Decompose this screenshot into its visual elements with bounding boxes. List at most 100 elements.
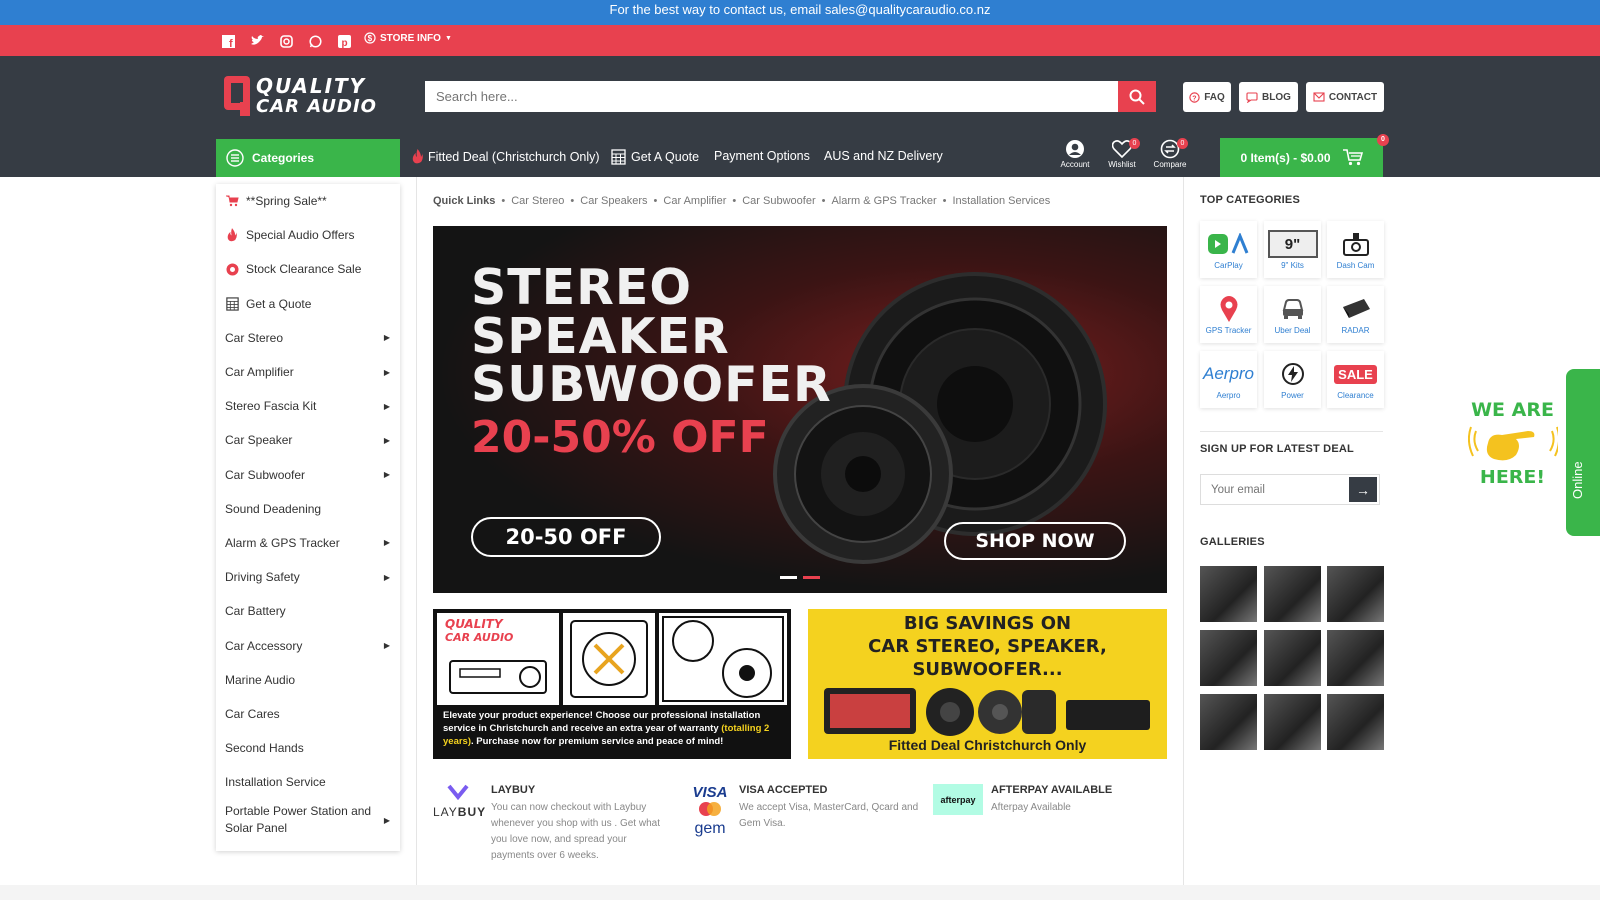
visa-logo: VISA gem xyxy=(689,784,731,837)
nav-get-a-quote[interactable]: Get A Quote xyxy=(611,149,699,165)
carousel-dot[interactable] xyxy=(803,576,820,579)
promo2-title-line2: CAR STEREO, SPEAKER, xyxy=(868,636,1107,657)
sidebar-item-get-a-quote[interactable]: Get a Quote xyxy=(216,287,400,321)
sidebar-item-sound-deadening[interactable]: Sound Deadening xyxy=(216,492,400,526)
online-chat-tab[interactable]: Online xyxy=(1566,369,1600,536)
submit-arrow-button[interactable]: → xyxy=(1349,477,1377,502)
top-category-gps-tracker[interactable]: GPS Tracker xyxy=(1200,286,1257,343)
wishlist-link[interactable]: 0 Wishlist xyxy=(1102,138,1142,169)
sidebar-item-car-speaker[interactable]: Car Speaker ▶ xyxy=(216,423,400,457)
promo2-footer: Fitted Deal Christchurch Only xyxy=(888,737,1087,753)
search-input[interactable] xyxy=(425,81,1115,112)
categories-button[interactable]: Categories xyxy=(216,139,400,177)
sidebar-item-car-subwoofer[interactable]: Car Subwoofer ▶ xyxy=(216,458,400,492)
gallery-thumbnail[interactable] xyxy=(1200,694,1257,750)
hero-line1: STEREO xyxy=(471,259,693,316)
twitter-icon[interactable] xyxy=(249,33,265,49)
gallery-thumbnail[interactable] xyxy=(1327,566,1384,622)
sidebar-item-driving-safety[interactable]: Driving Safety ▶ xyxy=(216,560,400,594)
store-info-dropdown[interactable]: $ STORE INFO ▼ xyxy=(364,32,452,44)
blog-button[interactable]: BLOG xyxy=(1239,82,1298,112)
cart-button[interactable]: 0 Item(s) - $0.00 0 xyxy=(1220,134,1389,177)
quick-link[interactable]: Installation Services xyxy=(952,195,1050,207)
top-category-aerpro[interactable]: Aerpro Aerpro xyxy=(1200,351,1257,408)
search-button[interactable] xyxy=(1118,81,1156,112)
top-category-9-kits[interactable]: 9" 9" Kits xyxy=(1264,221,1321,278)
sidebar-item-installation-service[interactable]: Installation Service xyxy=(216,765,400,799)
quick-link[interactable]: Car Amplifier xyxy=(663,195,726,207)
whatsapp-icon[interactable] xyxy=(307,33,323,49)
nine-inch-screen-icon: 9" xyxy=(1267,230,1318,258)
compare-link[interactable]: 0 Compare xyxy=(1150,138,1190,169)
arrow-right-icon: → xyxy=(1356,481,1370,498)
sidebar-item-car-accessory[interactable]: Car Accessory ▶ xyxy=(216,628,400,662)
pinterest-icon[interactable]: p xyxy=(336,33,352,49)
payment-afterpay: afterpay AFTERPAY AVAILABLE Afterpay Ava… xyxy=(933,784,1163,816)
gallery-thumbnail[interactable] xyxy=(1264,566,1321,622)
sidebar-item-alarm-gps[interactable]: Alarm & GPS Tracker ▶ xyxy=(216,526,400,560)
top-category-dash-cam[interactable]: Dash Cam xyxy=(1327,221,1384,278)
logo-text-line2: CAR AUDIO xyxy=(256,96,377,117)
account-link[interactable]: Account xyxy=(1055,138,1095,169)
faq-label: FAQ xyxy=(1204,91,1225,103)
top-category-uber-deal[interactable]: Uber Deal xyxy=(1264,286,1321,343)
top-category-power[interactable]: Power xyxy=(1264,351,1321,408)
divider xyxy=(1200,431,1383,432)
gallery-thumbnail[interactable] xyxy=(1327,694,1384,750)
quick-link[interactable]: Alarm & GPS Tracker xyxy=(831,195,936,207)
sidebar-item-marine-audio[interactable]: Marine Audio xyxy=(216,663,400,697)
facebook-icon[interactable]: f xyxy=(220,33,236,49)
nav-payment-options[interactable]: Payment Options xyxy=(714,149,810,163)
nav-delivery[interactable]: AUS and NZ Delivery xyxy=(824,149,943,163)
gallery-thumbnail[interactable] xyxy=(1200,566,1257,622)
sidebar-item-portable-power[interactable]: Portable Power Station and Solar Panel ▶ xyxy=(216,799,400,841)
faq-button[interactable]: ? FAQ xyxy=(1183,82,1231,112)
sidebar-item-car-stereo[interactable]: Car Stereo ▶ xyxy=(216,321,400,355)
chevron-right-icon: ▶ xyxy=(383,641,390,651)
nav-fitted-deal[interactable]: Fitted Deal (Christchurch Only) xyxy=(412,149,600,164)
amplifier-tools-icon xyxy=(570,620,648,698)
sidebar-item-second-hands[interactable]: Second Hands xyxy=(216,731,400,765)
gem-logo-text: gem xyxy=(694,820,726,837)
quick-link[interactable]: Car Stereo xyxy=(511,195,564,207)
contact-button[interactable]: CONTACT xyxy=(1306,82,1384,112)
sidebar-item-stock-clearance[interactable]: Stock Clearance Sale xyxy=(216,252,400,286)
chat-we-are-here[interactable]: WE ARE HERE! xyxy=(1465,399,1560,484)
gallery-thumbnail[interactable] xyxy=(1264,694,1321,750)
laybuy-logo: LAYBUY xyxy=(433,784,485,864)
clearance-icon xyxy=(225,263,239,276)
afterpay-logo: afterpay xyxy=(933,784,983,815)
hero-banner[interactable]: STEREO SPEAKER SUBWOOFER 20-50% OFF 20-5… xyxy=(433,226,1167,593)
top-category-clearance[interactable]: SALE Clearance xyxy=(1327,351,1384,408)
top-category-radar[interactable]: RADAR xyxy=(1327,286,1384,343)
instagram-icon[interactable] xyxy=(278,33,294,49)
sidebar-item-special-audio-offers[interactable]: Special Audio Offers xyxy=(216,218,400,252)
sidebar-item-label: Portable Power Station and Solar Panel xyxy=(225,804,372,836)
fitted-deal-promo-banner[interactable]: BIG SAVINGS ON CAR STEREO, SPEAKER, SUBW… xyxy=(808,609,1167,759)
chevron-right-icon: ▶ xyxy=(383,470,390,480)
quick-link[interactable]: Car Subwoofer xyxy=(742,195,815,207)
sidebar-item-label: Car Cares xyxy=(225,706,280,721)
compare-count-badge: 0 xyxy=(1177,138,1188,149)
sidebar-item-car-cares[interactable]: Car Cares xyxy=(216,697,400,731)
top-category-label: Aerpro xyxy=(1216,391,1241,400)
top-category-label: GPS Tracker xyxy=(1205,326,1252,335)
installation-promo-banner[interactable]: QUALITY CAR AUDIO Elevate your product e… xyxy=(433,609,791,759)
top-category-label: RADAR xyxy=(1341,326,1370,335)
carousel-dot[interactable] xyxy=(780,576,797,579)
gallery-thumbnail[interactable] xyxy=(1327,630,1384,686)
gallery-thumbnail[interactable] xyxy=(1200,630,1257,686)
footer-strip xyxy=(0,885,1600,900)
shop-now-button[interactable]: SHOP NOW xyxy=(944,522,1126,560)
sidebar-item-stereo-fascia-kit[interactable]: Stereo Fascia Kit ▶ xyxy=(216,389,400,423)
gallery-thumbnail[interactable] xyxy=(1264,630,1321,686)
site-logo[interactable]: QUALITY CAR AUDIO xyxy=(222,74,402,120)
sidebar-item-car-amplifier[interactable]: Car Amplifier ▶ xyxy=(216,355,400,389)
sidebar-item-car-battery[interactable]: Car Battery xyxy=(216,594,400,628)
sidebar-item-label: Get a Quote xyxy=(246,296,312,311)
quick-link[interactable]: Car Speakers xyxy=(580,195,647,207)
email-input[interactable] xyxy=(1201,475,1346,504)
top-category-carplay[interactable]: CarPlay xyxy=(1200,221,1257,278)
sidebar-item-spring-sale[interactable]: **Spring Sale** xyxy=(216,184,400,218)
calculator-icon xyxy=(611,149,626,165)
